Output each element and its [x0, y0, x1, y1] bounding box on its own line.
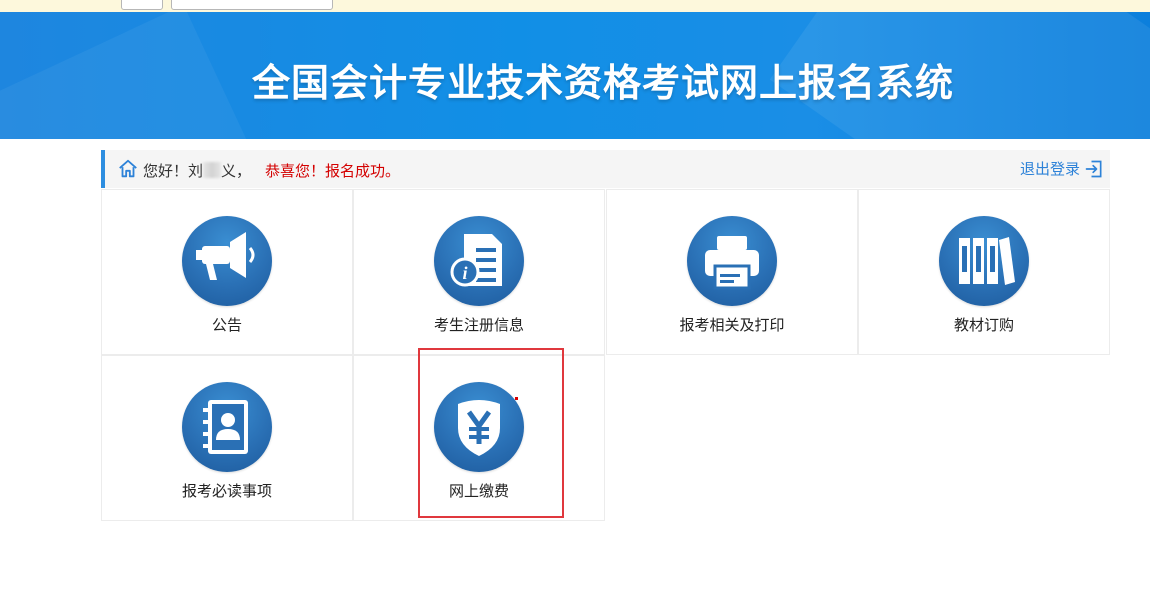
- info-bar-field[interactable]: [171, 0, 333, 10]
- logout-link[interactable]: 退出登录: [1020, 158, 1104, 179]
- home-icon: [119, 159, 137, 178]
- contact-book-icon: [203, 400, 248, 454]
- printer-icon: [705, 236, 759, 290]
- icon-circle: [182, 382, 272, 472]
- yuan-shield-icon: [458, 400, 500, 456]
- menu-tile-online-payment[interactable]: 网上缴费: [353, 355, 605, 521]
- icon-circle: [182, 216, 272, 306]
- welcome-text: 您好！刘 义， 恭喜您！报名成功。: [143, 160, 400, 181]
- info-bar-button[interactable]: [121, 0, 163, 10]
- icon-circle: [939, 216, 1029, 306]
- menu-tile-textbooks[interactable]: 教材订购: [858, 189, 1110, 355]
- user-name-end: 义，: [221, 163, 252, 180]
- svg-text:i: i: [462, 263, 467, 283]
- books-icon: [959, 237, 1015, 285]
- page-title: 全国会计专业技术资格考试网上报名系统: [251, 63, 954, 105]
- menu-tile-label: 教材订购: [953, 317, 1014, 334]
- logout-label: 退出登录: [1019, 161, 1080, 178]
- menu-tile-label: 公告: [211, 317, 242, 334]
- megaphone-icon: [196, 232, 255, 280]
- icon-circle: [434, 382, 524, 472]
- success-message: 恭喜您！报名成功。: [265, 163, 401, 180]
- menu-tile-label: 考生注册信息: [433, 317, 524, 334]
- menu-tile-announcement[interactable]: 公告: [101, 189, 353, 355]
- icon-circle: [687, 216, 777, 306]
- user-name-start: 刘: [188, 163, 204, 180]
- name-redaction: [203, 162, 222, 178]
- marker-dot: [515, 397, 518, 400]
- menu-grid: 公告 i 考生注册信息 报考相关及打印 教材订购 报考必读事项 网上缴费: [101, 189, 1111, 522]
- menu-tile-registration-info[interactable]: i 考生注册信息: [353, 189, 605, 355]
- menu-tile-label: 报考必读事项: [181, 483, 272, 500]
- menu-tile-label: 网上缴费: [448, 483, 509, 500]
- greeting-text: 您好！: [143, 163, 189, 180]
- header-banner: 全国会计专业技术资格考试网上报名系统: [0, 12, 1150, 139]
- document-info-icon: i: [450, 234, 502, 287]
- menu-tile-must-read[interactable]: 报考必读事项: [101, 355, 353, 521]
- logout-icon: [1085, 160, 1102, 177]
- menu-tile-label: 报考相关及打印: [679, 317, 785, 334]
- menu-tile-print[interactable]: 报考相关及打印: [606, 189, 858, 355]
- welcome-bar: 您好！刘 义， 恭喜您！报名成功。 退出登录: [101, 150, 1110, 188]
- icon-circle: i: [434, 216, 524, 306]
